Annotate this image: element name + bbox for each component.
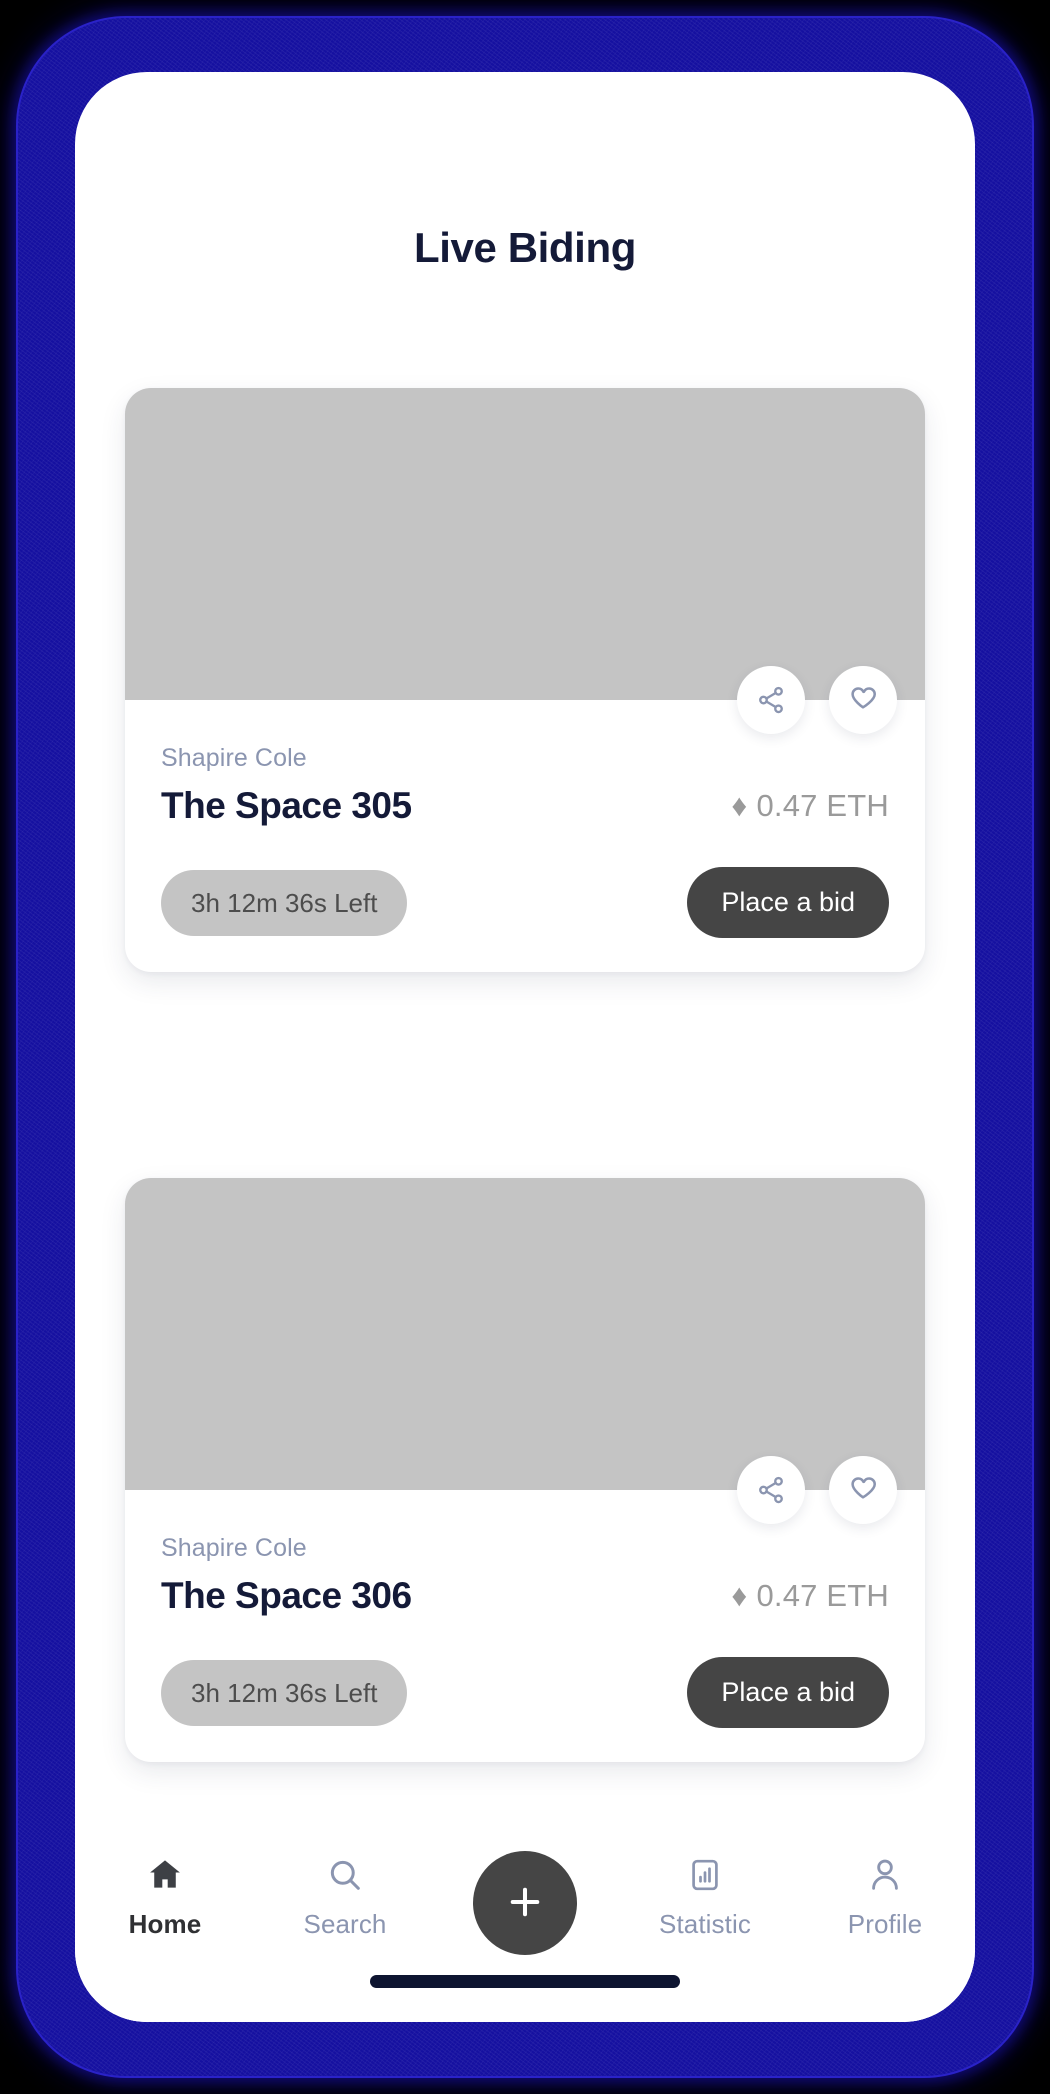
nav-items[interactable]: Home Search Statistic Profile xyxy=(75,1822,975,1972)
nft-price: ♦ 0.47 ETH xyxy=(731,1578,889,1614)
home-indicator xyxy=(370,1975,680,1988)
bottom-navigation-bar[interactable]: Home Search Statistic Profile xyxy=(75,1822,975,2022)
like-button[interactable] xyxy=(829,666,897,734)
search-icon xyxy=(326,1855,364,1895)
bidding-card[interactable]: Shapire Cole The Space 306 ♦ 0.47 ETH 3h… xyxy=(125,1178,925,1762)
nft-price-value: 0.47 ETH xyxy=(756,1578,889,1613)
nft-author: Shapire Cole xyxy=(161,744,307,772)
person-icon xyxy=(866,1855,904,1895)
bidding-card[interactable]: Shapire Cole The Space 305 ♦ 0.47 ETH 3h… xyxy=(125,388,925,972)
page-title: Live Biding xyxy=(414,224,636,271)
ethereum-icon: ♦ xyxy=(731,788,748,823)
nav-label-search: Search xyxy=(303,1908,387,1939)
nav-label-statistic: Statistic xyxy=(659,1908,751,1939)
nav-label-profile: Profile xyxy=(847,1908,923,1939)
heart-icon xyxy=(847,684,879,716)
plus-icon xyxy=(502,1879,548,1928)
share-icon xyxy=(756,685,786,715)
card-body: Shapire Cole The Space 305 ♦ 0.47 ETH 3h… xyxy=(125,700,925,972)
media-action-buttons[interactable] xyxy=(737,1456,897,1524)
nav-item-statistic[interactable]: Statistic xyxy=(615,1855,795,1940)
share-button[interactable] xyxy=(737,666,805,734)
media-action-buttons[interactable] xyxy=(737,666,897,734)
nav-item-search[interactable]: Search xyxy=(255,1855,435,1940)
nav-item-profile[interactable]: Profile xyxy=(795,1855,975,1940)
phone-screen: Live Biding Shapire Cole The Space 305 ♦… xyxy=(75,72,975,2022)
nav-label-home: Home xyxy=(128,1908,202,1939)
share-icon xyxy=(756,1475,786,1505)
title-price-row: The Space 305 ♦ 0.47 ETH xyxy=(161,785,889,827)
fab-slot xyxy=(435,1839,615,1955)
like-button[interactable] xyxy=(829,1456,897,1524)
countdown-badge: 3h 12m 36s Left xyxy=(161,869,408,936)
nft-price-value: 0.47 ETH xyxy=(756,788,889,823)
ethereum-icon: ♦ xyxy=(731,1578,748,1613)
nft-title: The Space 305 xyxy=(161,785,412,826)
countdown-badge: 3h 12m 36s Left xyxy=(161,1659,408,1726)
timer-bid-row: 3h 12m 36s Left Place a bid xyxy=(161,867,889,938)
heart-icon xyxy=(847,1474,879,1506)
bidding-card-list[interactable]: Shapire Cole The Space 305 ♦ 0.47 ETH 3h… xyxy=(75,372,975,2022)
chart-icon xyxy=(687,1855,723,1895)
place-bid-button[interactable]: Place a bid xyxy=(687,867,889,938)
timer-bid-row: 3h 12m 36s Left Place a bid xyxy=(161,1657,889,1728)
nft-title: The Space 306 xyxy=(161,1575,412,1616)
title-price-row: The Space 306 ♦ 0.47 ETH xyxy=(161,1575,889,1617)
add-button[interactable] xyxy=(473,1851,577,1955)
home-icon xyxy=(146,1855,184,1895)
nft-image-placeholder xyxy=(125,388,925,734)
nft-image-placeholder xyxy=(125,1178,925,1524)
nft-author: Shapire Cole xyxy=(161,1534,307,1562)
share-button[interactable] xyxy=(737,1456,805,1524)
place-bid-button[interactable]: Place a bid xyxy=(687,1657,889,1728)
nft-price: ♦ 0.47 ETH xyxy=(731,788,889,824)
screenshot-stage: Live Biding Shapire Cole The Space 305 ♦… xyxy=(0,0,1050,2094)
card-body: Shapire Cole The Space 306 ♦ 0.47 ETH 3h… xyxy=(125,1490,925,1762)
nav-item-home[interactable]: Home xyxy=(75,1855,255,1940)
